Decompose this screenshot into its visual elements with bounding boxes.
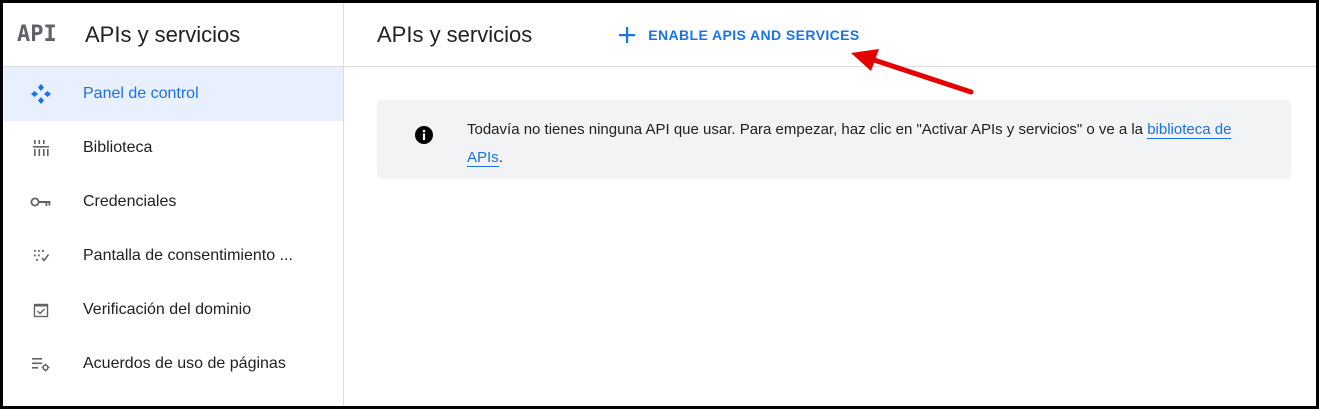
sidebar: API APIs y servicios Panel de control Bi…: [3, 3, 344, 406]
info-message-text: Todavía no tienes ninguna API que usar. …: [467, 121, 1148, 138]
plus-icon: [618, 26, 636, 44]
sidebar-item-label: Credenciales: [83, 193, 177, 210]
info-banner: Todavía no tienes ninguna API que usar. …: [377, 100, 1291, 179]
sidebar-item-label: Verificación del dominio: [83, 301, 252, 318]
api-logo: API: [17, 22, 57, 47]
sidebar-title: APIs y servicios: [85, 21, 241, 47]
sidebar-item-label: Biblioteca: [83, 139, 153, 156]
sidebar-item-label: Pantalla de consentimiento ...: [83, 247, 293, 264]
app-window: API APIs y servicios Panel de control Bi…: [0, 0, 1319, 409]
library-icon: [29, 136, 53, 160]
sidebar-item-pantalla-consentimiento[interactable]: Pantalla de consentimiento ...: [3, 229, 343, 283]
enable-apis-button[interactable]: ENABLE APIS AND SERVICES: [618, 26, 859, 44]
sidebar-item-label: Panel de control: [83, 85, 199, 102]
sidebar-item-panel-de-control[interactable]: Panel de control: [3, 67, 343, 121]
settings-list-icon: [29, 352, 53, 376]
sidebar-item-biblioteca[interactable]: Biblioteca: [3, 121, 343, 175]
main-header: APIs y servicios ENABLE APIS AND SERVICE…: [344, 3, 1316, 67]
info-message-suffix: .: [498, 149, 503, 166]
page-title: APIs y servicios: [377, 21, 533, 47]
main-content: APIs y servicios ENABLE APIS AND SERVICE…: [344, 3, 1316, 406]
sidebar-item-verificacion-dominio[interactable]: Verificación del dominio: [3, 283, 343, 337]
sidebar-header: API APIs y servicios: [3, 3, 343, 67]
dashboard-icon: [29, 82, 53, 106]
consent-screen-icon: [29, 244, 53, 268]
info-icon: [415, 126, 433, 144]
info-message: Todavía no tienes ninguna API que usar. …: [467, 116, 1267, 172]
sidebar-item-acuerdos-uso[interactable]: Acuerdos de uso de páginas: [3, 337, 343, 391]
sidebar-item-credenciales[interactable]: Credenciales: [3, 175, 343, 229]
enable-apis-label: ENABLE APIS AND SERVICES: [648, 26, 860, 43]
sidebar-item-label: Acuerdos de uso de páginas: [83, 355, 286, 372]
domain-check-icon: [29, 298, 53, 322]
key-icon: [29, 190, 53, 214]
